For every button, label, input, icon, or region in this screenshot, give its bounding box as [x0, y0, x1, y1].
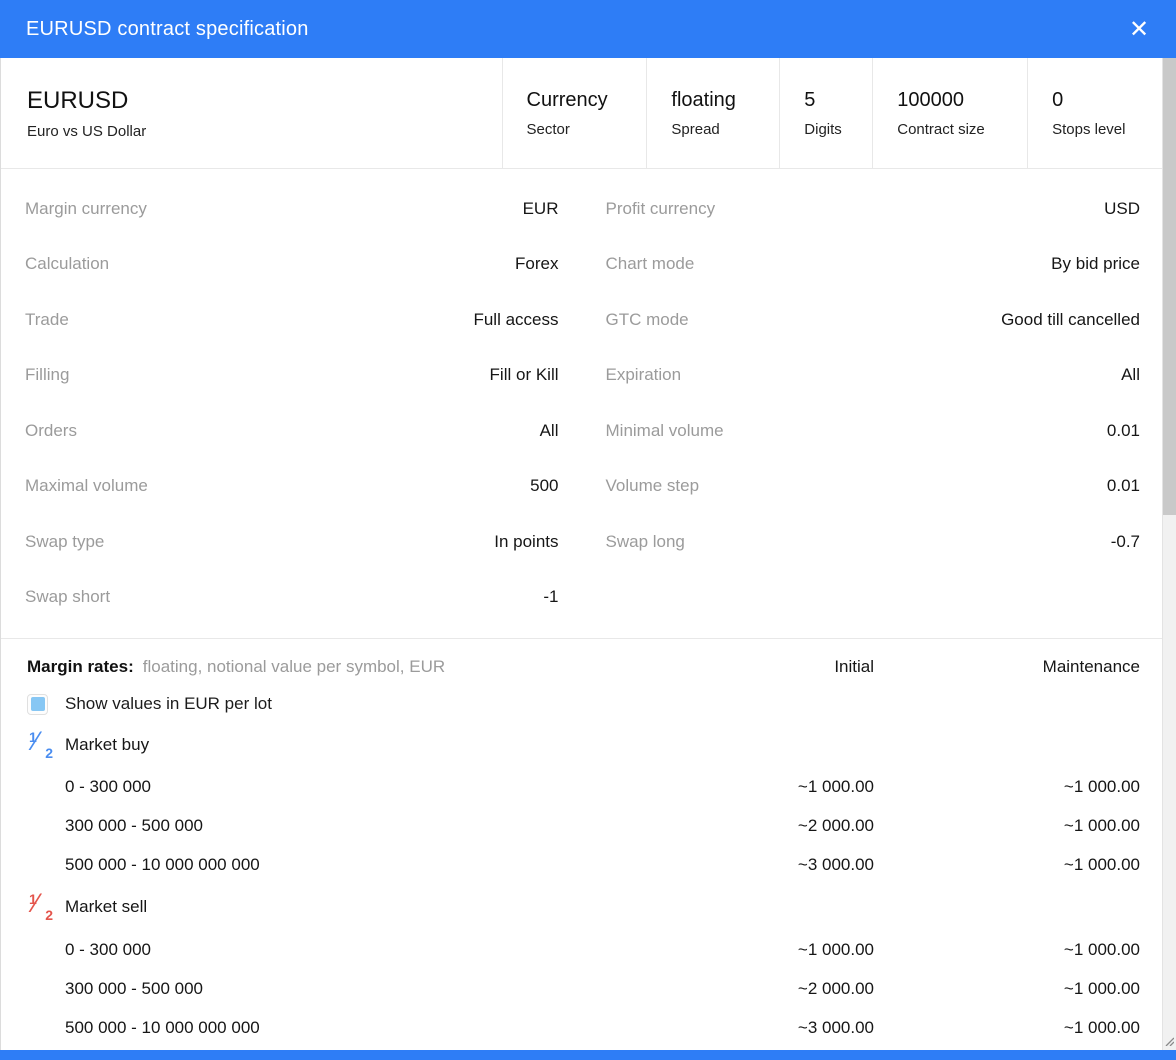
- spread-value: floating: [671, 89, 779, 112]
- symbol-header-row: EURUSD Euro vs US Dollar Currency Sector…: [1, 58, 1162, 169]
- spec-row-trade: Trade Full access: [1, 292, 589, 348]
- spec-row-minimal-volume: Minimal volume 0.01: [589, 403, 1163, 459]
- symbol-description: Euro vs US Dollar: [27, 123, 502, 140]
- resize-grip-icon[interactable]: [1162, 1034, 1174, 1046]
- header-cell-sector: Currency Sector: [502, 58, 647, 168]
- spec-column-left: Margin currency EUR Calculation Forex Tr…: [1, 181, 589, 638]
- digits-label: Digits: [804, 121, 872, 138]
- spec-column-right: Profit currency USD Chart mode By bid pr…: [589, 181, 1163, 638]
- checkbox-checked-mark: [31, 697, 45, 711]
- spec-row-chart-mode: Chart mode By bid price: [589, 237, 1163, 293]
- spread-label: Spread: [671, 121, 779, 138]
- symbol-cell: EURUSD Euro vs US Dollar: [1, 58, 502, 168]
- group-name: Market sell: [65, 897, 147, 917]
- spec-row-swap-long: Swap long -0.7: [589, 514, 1163, 570]
- margin-rates-subtitle: floating, notional value per symbol, EUR: [143, 657, 445, 676]
- group-header-market-buy: 1⁄2 Market buy: [1, 723, 1162, 767]
- vertical-scrollbar[interactable]: [1162, 58, 1176, 1050]
- group-header-market-sell: 1⁄2 Market sell: [1, 884, 1162, 930]
- show-values-label: Show values in EUR per lot: [65, 694, 272, 714]
- tier-row: 0 - 300 000 ~1 000.00 ~1 000.00: [1, 930, 1162, 969]
- sector-value: Currency: [527, 89, 647, 112]
- show-values-row: Show values in EUR per lot: [1, 685, 1162, 723]
- margin-rates-header: Margin rates: floating, notional value pe…: [1, 649, 1162, 685]
- dialog-title: EURUSD contract specification: [26, 18, 1122, 41]
- group-name: Market buy: [65, 735, 149, 755]
- spec-row-expiration: Expiration All: [589, 348, 1163, 404]
- dialog-titlebar[interactable]: EURUSD contract specification ✕: [0, 0, 1176, 58]
- tier-row: 300 000 - 500 000 ~2 000.00 ~1 000.00: [1, 969, 1162, 1008]
- spec-row-gtc-mode: GTC mode Good till cancelled: [589, 292, 1163, 348]
- symbol-name: EURUSD: [27, 87, 502, 115]
- header-cell-spread: floating Spread: [646, 58, 779, 168]
- spec-row-margin-currency: Margin currency EUR: [1, 181, 589, 237]
- spec-row-volume-step: Volume step 0.01: [589, 459, 1163, 515]
- stops-level-value: 0: [1052, 89, 1162, 112]
- column-header-maintenance: Maintenance: [874, 657, 1140, 677]
- digits-value: 5: [804, 89, 872, 112]
- tier-row: 500 000 - 10 000 000 000 ~3 000.00 ~1 00…: [1, 845, 1162, 884]
- sector-label: Sector: [527, 121, 647, 138]
- contract-size-value: 100000: [897, 89, 1027, 112]
- header-cell-contract-size: 100000 Contract size: [872, 58, 1027, 168]
- header-cell-digits: 5 Digits: [779, 58, 872, 168]
- contract-size-label: Contract size: [897, 121, 1027, 138]
- spec-row-orders: Orders All: [1, 403, 589, 459]
- header-cell-stops-level: 0 Stops level: [1027, 58, 1162, 168]
- show-values-checkbox[interactable]: [27, 694, 48, 715]
- dialog-content: EURUSD Euro vs US Dollar Currency Sector…: [0, 58, 1162, 1050]
- one-half-buy-icon: 1⁄2: [27, 730, 57, 760]
- column-header-initial: Initial: [554, 657, 874, 677]
- stops-level-label: Stops level: [1052, 121, 1162, 138]
- spec-row-filling: Filling Fill or Kill: [1, 348, 589, 404]
- spec-row-maximal-volume: Maximal volume 500: [1, 459, 589, 515]
- window-bottom-edge: [0, 1050, 1176, 1060]
- tier-row: 0 - 300 000 ~1 000.00 ~1 000.00: [1, 767, 1162, 806]
- tier-row: 300 000 - 500 000 ~2 000.00 ~1 000.00: [1, 806, 1162, 845]
- close-icon[interactable]: ✕: [1122, 12, 1156, 46]
- spec-row-calculation: Calculation Forex: [1, 237, 589, 293]
- one-half-sell-icon: 1⁄2: [27, 892, 57, 922]
- spec-row-swap-type: Swap type In points: [1, 514, 589, 570]
- tier-row: 500 000 - 10 000 000 000 ~3 000.00 ~1 00…: [1, 1008, 1162, 1047]
- spec-row-swap-short: Swap short -1: [1, 570, 589, 626]
- scrollbar-thumb[interactable]: [1163, 58, 1176, 515]
- spec-grid: Margin currency EUR Calculation Forex Tr…: [1, 169, 1162, 638]
- margin-rates-section: Margin rates: floating, notional value pe…: [1, 638, 1162, 1047]
- margin-rates-title: Margin rates:: [27, 657, 134, 676]
- spec-row-profit-currency: Profit currency USD: [589, 181, 1163, 237]
